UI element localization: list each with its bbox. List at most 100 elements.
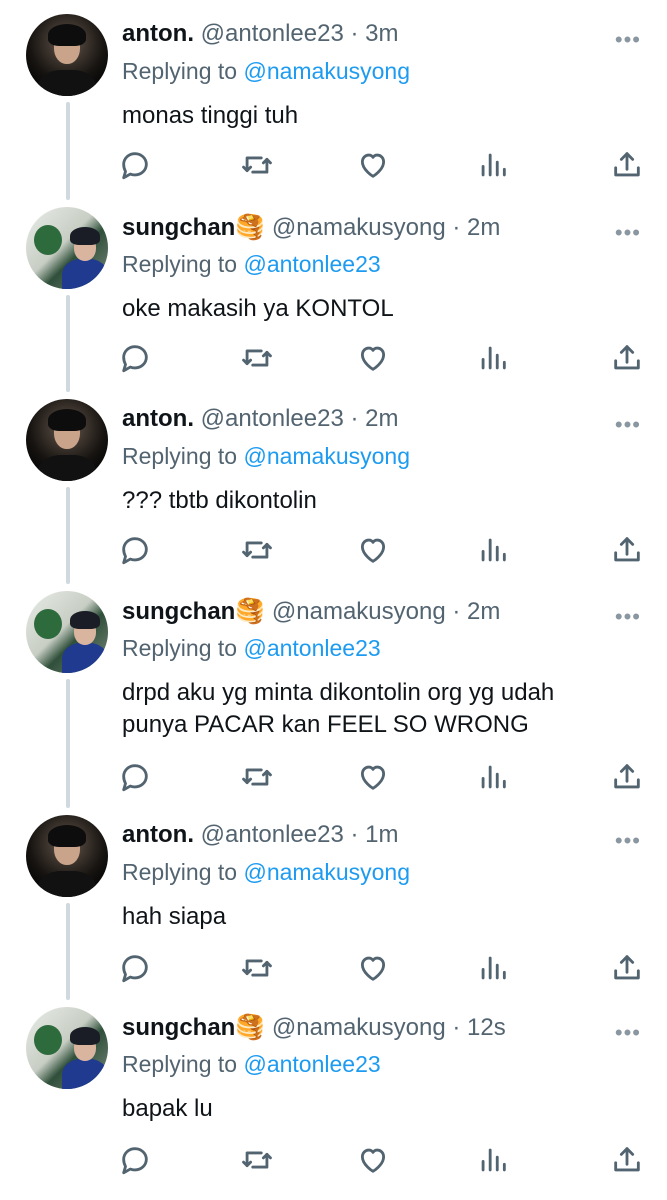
action-bar [118, 1143, 648, 1177]
views-icon[interactable] [476, 533, 510, 567]
tweet[interactable]: sungchan🥞 @namakusyong · 2m ••• Replying… [0, 193, 667, 392]
avatar[interactable] [26, 815, 108, 897]
replying-handle-link[interactable]: @antonlee23 [243, 1051, 380, 1077]
views-icon[interactable] [476, 951, 510, 985]
retweet-icon[interactable] [240, 1143, 274, 1177]
like-icon[interactable] [356, 148, 390, 182]
display-name[interactable]: sungchan [122, 214, 235, 241]
name-emoji: 🥞 [235, 214, 266, 241]
share-icon[interactable] [610, 1143, 644, 1177]
timestamp[interactable]: 2m [467, 214, 500, 241]
display-name[interactable]: anton. [122, 821, 194, 848]
more-options-icon[interactable]: ••• [615, 220, 641, 246]
display-name[interactable]: sungchan [122, 1014, 235, 1041]
tweet-header: anton. @antonlee23 · 1m [122, 821, 667, 855]
tweet-text: ??? tbtb dikontolin [122, 487, 317, 514]
more-options-icon[interactable]: ••• [615, 412, 641, 438]
name-emoji: 🥞 [235, 1014, 266, 1041]
avatar[interactable] [26, 591, 108, 673]
replying-handle-link[interactable]: @antonlee23 [243, 251, 380, 277]
user-handle[interactable]: @antonlee23 [201, 821, 344, 848]
like-icon[interactable] [356, 951, 390, 985]
more-options-icon[interactable]: ••• [615, 604, 641, 630]
replying-label: Replying to [122, 443, 238, 469]
thread-line [66, 903, 70, 1000]
more-options-icon[interactable]: ••• [615, 1020, 641, 1046]
views-icon[interactable] [476, 1143, 510, 1177]
avatar[interactable] [26, 14, 108, 96]
retweet-icon[interactable] [240, 760, 274, 794]
display-name[interactable]: anton. [122, 20, 194, 47]
thread-line [66, 679, 70, 808]
user-handle[interactable]: @namakusyong [272, 1014, 446, 1041]
user-handle[interactable]: @antonlee23 [201, 20, 344, 47]
retweet-icon[interactable] [240, 341, 274, 375]
replying-handle-link[interactable]: @namakusyong [243, 859, 410, 885]
retweet-icon[interactable] [240, 148, 274, 182]
separator-dot: · [452, 1014, 461, 1041]
tweet-text: hah siapa [122, 903, 227, 930]
thread-line [66, 102, 70, 200]
views-icon[interactable] [476, 341, 510, 375]
views-icon[interactable] [476, 760, 510, 794]
tweet[interactable]: anton. @antonlee23 · 1m ••• Replying to … [0, 801, 667, 1000]
tweet-header: anton. @antonlee23 · 2m [122, 405, 667, 439]
tweet[interactable]: anton. @antonlee23 · 3m ••• Replying to … [0, 0, 667, 200]
replying-handle-link[interactable]: @antonlee23 [243, 635, 380, 661]
timestamp[interactable]: 2m [467, 598, 500, 625]
avatar[interactable] [26, 1007, 108, 1089]
reply-icon[interactable] [118, 341, 152, 375]
thread-line [66, 487, 70, 584]
timestamp[interactable]: 12s [467, 1014, 506, 1041]
user-handle[interactable]: @antonlee23 [201, 405, 344, 432]
user-handle[interactable]: @namakusyong [272, 598, 446, 625]
replying-label: Replying to [122, 1051, 238, 1077]
replying-handle-link[interactable]: @namakusyong [243, 443, 410, 469]
like-icon[interactable] [356, 760, 390, 794]
more-options-icon[interactable]: ••• [615, 828, 641, 854]
like-icon[interactable] [356, 533, 390, 567]
replying-to: Replying to @antonlee23 [122, 1051, 381, 1078]
display-name[interactable]: anton. [122, 405, 194, 432]
retweet-icon[interactable] [240, 951, 274, 985]
share-icon[interactable] [610, 148, 644, 182]
tweet-text: bapak lu [122, 1095, 213, 1122]
reply-icon[interactable] [118, 148, 152, 182]
tweet-header: sungchan🥞 @namakusyong · 2m [122, 597, 667, 631]
share-icon[interactable] [610, 533, 644, 567]
replying-label: Replying to [122, 859, 238, 885]
reply-icon[interactable] [118, 533, 152, 567]
share-icon[interactable] [610, 951, 644, 985]
separator-dot: · [452, 214, 461, 241]
reply-icon[interactable] [118, 951, 152, 985]
more-options-icon[interactable]: ••• [615, 27, 641, 53]
replying-to: Replying to @namakusyong [122, 58, 410, 85]
timestamp[interactable]: 3m [365, 20, 398, 47]
share-icon[interactable] [610, 760, 644, 794]
retweet-icon[interactable] [240, 533, 274, 567]
replying-label: Replying to [122, 58, 238, 84]
avatar[interactable] [26, 399, 108, 481]
timestamp[interactable]: 1m [365, 821, 398, 848]
like-icon[interactable] [356, 341, 390, 375]
separator-dot: · [350, 405, 359, 432]
replying-handle-link[interactable]: @namakusyong [243, 58, 410, 84]
timestamp[interactable]: 2m [365, 405, 398, 432]
replying-label: Replying to [122, 635, 238, 661]
reply-thread: anton. @antonlee23 · 3m ••• Replying to … [0, 0, 667, 1200]
name-emoji: 🥞 [235, 598, 266, 625]
tweet[interactable]: sungchan🥞 @namakusyong · 2m ••• Replying… [0, 577, 667, 808]
tweet[interactable]: anton. @antonlee23 · 2m ••• Replying to … [0, 385, 667, 584]
user-handle[interactable]: @namakusyong [272, 214, 446, 241]
tweet-header: sungchan🥞 @namakusyong · 2m [122, 213, 667, 247]
reply-icon[interactable] [118, 760, 152, 794]
share-icon[interactable] [610, 341, 644, 375]
views-icon[interactable] [476, 148, 510, 182]
tweet[interactable]: sungchan🥞 @namakusyong · 12s ••• Replyin… [0, 993, 667, 1200]
replying-to: Replying to @namakusyong [122, 859, 410, 886]
separator-dot: · [350, 20, 359, 47]
avatar[interactable] [26, 207, 108, 289]
like-icon[interactable] [356, 1143, 390, 1177]
display-name[interactable]: sungchan [122, 598, 235, 625]
reply-icon[interactable] [118, 1143, 152, 1177]
